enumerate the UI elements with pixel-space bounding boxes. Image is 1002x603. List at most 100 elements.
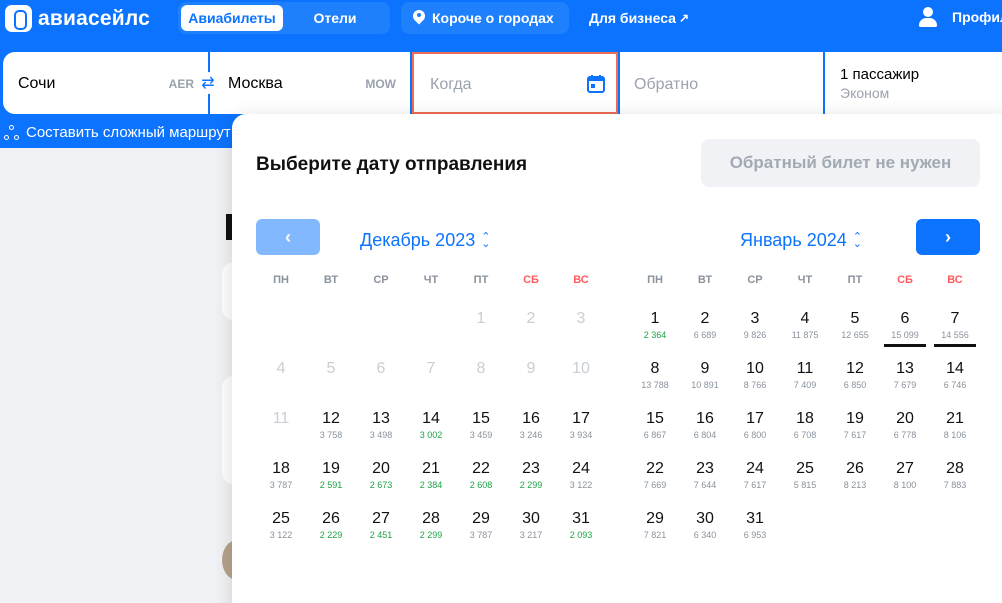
day-price: 3 498 <box>369 430 393 440</box>
day-number: 1 <box>476 310 486 327</box>
day-price: 8 100 <box>893 480 917 490</box>
day-cell[interactable]: 17 6 800 <box>730 399 780 449</box>
day-cell[interactable]: 22 7 669 <box>630 449 680 499</box>
day-cell[interactable]: 20 6 778 <box>880 399 930 449</box>
day-cell[interactable]: 14 6 746 <box>930 349 980 399</box>
destination-field[interactable]: Москва MOW <box>210 52 410 114</box>
day-cell[interactable]: 25 3 122 <box>256 499 306 549</box>
day-cell[interactable]: 18 6 708 <box>780 399 830 449</box>
day-cell[interactable]: 6 15 099 <box>880 299 930 349</box>
day-cell[interactable]: 17 3 934 <box>556 399 606 449</box>
day-price: 6 850 <box>843 380 867 390</box>
day-number: 15 <box>646 410 664 427</box>
day-number: 13 <box>896 360 914 377</box>
day-cell[interactable]: 26 8 213 <box>830 449 880 499</box>
day-cell[interactable]: 7 14 556 <box>930 299 980 349</box>
weekday-label: СБ <box>897 274 913 286</box>
day-number: 16 <box>696 410 714 427</box>
day-price: 7 409 <box>793 380 817 390</box>
origin-city: Сочи <box>18 75 56 92</box>
day-cell[interactable]: 29 3 787 <box>456 499 506 549</box>
day-number: 10 <box>572 360 590 377</box>
day-cell[interactable]: 23 2 299 <box>506 449 556 499</box>
prev-month-button[interactable]: ‹ <box>256 219 320 255</box>
day-cell[interactable]: 28 7 883 <box>930 449 980 499</box>
day-price: 3 787 <box>469 530 493 540</box>
day-cell[interactable]: 12 3 758 <box>306 399 356 449</box>
day-cell[interactable]: 23 7 644 <box>680 449 730 499</box>
day-price: 8 106 <box>943 430 967 440</box>
day-price: 6 708 <box>793 430 817 440</box>
day-cell[interactable]: 16 3 246 <box>506 399 556 449</box>
day-cell[interactable]: 31 6 953 <box>730 499 780 549</box>
logo-text: авиасейлс <box>38 6 150 30</box>
day-cell[interactable]: 11 7 409 <box>780 349 830 399</box>
profile-button[interactable]: Профиль <box>918 6 1002 28</box>
month-selector-january[interactable]: Январь 2024 ⌃ ⌄ <box>740 230 862 251</box>
day-cell[interactable]: 4 11 875 <box>780 299 830 349</box>
day-price: 14 556 <box>941 330 969 340</box>
day-cell[interactable]: 24 7 617 <box>730 449 780 499</box>
day-cell[interactable]: 10 8 766 <box>730 349 780 399</box>
day-cell[interactable]: 28 2 299 <box>406 499 456 549</box>
day-price: 7 669 <box>643 480 667 490</box>
day-cell[interactable]: 18 3 787 <box>256 449 306 499</box>
day-cell[interactable]: 29 7 821 <box>630 499 680 549</box>
day-number: 31 <box>572 510 590 527</box>
city-guide-button[interactable]: Короче о городах <box>401 2 569 34</box>
day-cell[interactable]: 13 3 498 <box>356 399 406 449</box>
day-price: 9 826 <box>743 330 767 340</box>
tab-hotels[interactable]: Отели <box>283 5 387 31</box>
logo[interactable]: авиасейлс <box>5 5 150 32</box>
day-cell[interactable]: 21 8 106 <box>930 399 980 449</box>
cabin-class: Эконом <box>840 85 890 101</box>
departure-date-field[interactable]: Когда <box>412 52 618 114</box>
day-cell[interactable]: 15 6 867 <box>630 399 680 449</box>
swap-icon[interactable]: ⇄ <box>197 72 219 94</box>
day-cell[interactable]: 30 3 217 <box>506 499 556 549</box>
return-date-field[interactable]: Обратно <box>620 52 823 114</box>
day-cell[interactable]: 25 5 815 <box>780 449 830 499</box>
day-cell[interactable]: 15 3 459 <box>456 399 506 449</box>
next-month-button[interactable]: › <box>916 219 980 255</box>
day-cell[interactable]: 19 2 591 <box>306 449 356 499</box>
day-cell[interactable]: 16 6 804 <box>680 399 730 449</box>
day-cell[interactable]: 27 2 451 <box>356 499 406 549</box>
complex-route-link[interactable]: Составить сложный маршрут <box>4 124 231 141</box>
day-price: 2 299 <box>419 530 443 540</box>
day-cell[interactable]: 1 2 364 <box>630 299 680 349</box>
day-number: 4 <box>800 310 810 327</box>
day-cell[interactable]: 27 8 100 <box>880 449 930 499</box>
day-cell[interactable]: 2 6 689 <box>680 299 730 349</box>
day-cell[interactable]: 3 9 826 <box>730 299 780 349</box>
return-date-placeholder: Обратно <box>634 76 699 93</box>
no-return-ticket-button[interactable]: Обратный билет не нужен <box>701 139 980 187</box>
day-cell[interactable]: 24 3 122 <box>556 449 606 499</box>
passengers-field[interactable]: 1 пассажир Эконом <box>825 52 1002 114</box>
day-number: 9 <box>700 360 710 377</box>
weekday-label: ЧТ <box>423 274 439 286</box>
day-cell[interactable]: 5 12 655 <box>830 299 880 349</box>
day-cell[interactable]: 20 2 673 <box>356 449 406 499</box>
day-cell: 11 <box>256 399 306 449</box>
day-cell[interactable]: 19 7 617 <box>830 399 880 449</box>
day-cell[interactable]: 12 6 850 <box>830 349 880 399</box>
day-cell[interactable]: 26 2 229 <box>306 499 356 549</box>
day-cell[interactable]: 8 13 788 <box>630 349 680 399</box>
business-link[interactable]: Для бизнеса ↗ <box>589 10 689 26</box>
day-cell[interactable]: 22 2 608 <box>456 449 506 499</box>
day-price: 6 340 <box>693 530 717 540</box>
tab-flights[interactable]: Авиабилеты <box>181 5 283 31</box>
day-cell[interactable]: 21 2 384 <box>406 449 456 499</box>
day-cell[interactable]: 9 10 891 <box>680 349 730 399</box>
day-cell[interactable]: 13 7 679 <box>880 349 930 399</box>
day-cell[interactable]: 31 2 093 <box>556 499 606 549</box>
day-price: 13 788 <box>641 380 669 390</box>
day-number: 20 <box>896 410 914 427</box>
origin-field[interactable]: Сочи AER <box>3 52 208 114</box>
day-number: 15 <box>472 410 490 427</box>
month-selector-december[interactable]: Декабрь 2023 ⌃ ⌄ <box>360 230 490 251</box>
origin-code: AER <box>168 77 194 91</box>
day-cell[interactable]: 30 6 340 <box>680 499 730 549</box>
day-cell[interactable]: 14 3 002 <box>406 399 456 449</box>
